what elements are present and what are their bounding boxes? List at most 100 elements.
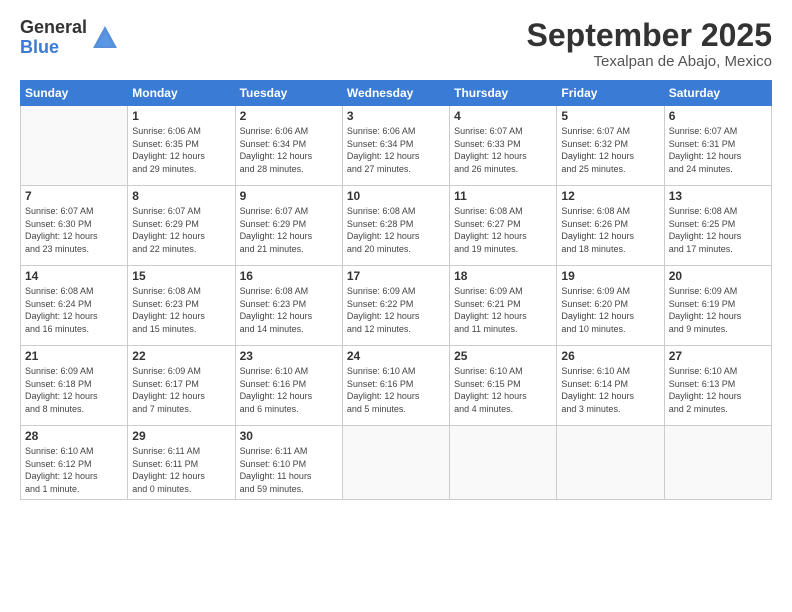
day-number: 3 [347, 109, 445, 123]
day-info: Sunrise: 6:11 AM Sunset: 6:10 PM Dayligh… [240, 445, 338, 495]
day-info: Sunrise: 6:09 AM Sunset: 6:18 PM Dayligh… [25, 365, 123, 415]
day-number: 12 [561, 189, 659, 203]
table-row: 14Sunrise: 6:08 AM Sunset: 6:24 PM Dayli… [21, 266, 128, 346]
table-row: 5 Sunrise: 6:07 AM Sunset: 6:32 PM Daylig… [557, 106, 664, 186]
table-row: 19 Sunrise: 6:09 AM Sunset: 6:20 PM Dayli… [557, 266, 664, 346]
table-row: 29 Sunrise: 6:11 AM Sunset: 6:11 PM Dayli… [128, 426, 235, 499]
day-number: 1 [132, 109, 230, 123]
day-info: Sunrise: 6:06 AM Sunset: 6:34 PM Dayligh… [347, 125, 445, 175]
col-thursday: Thursday [450, 81, 557, 106]
day-number: 24 [347, 349, 445, 363]
day-number: 19 [561, 269, 659, 283]
table-row: 15Sunrise: 6:08 AM Sunset: 6:23 PM Dayli… [128, 266, 235, 346]
day-number: 20 [669, 269, 767, 283]
calendar-week-row: 14Sunrise: 6:08 AM Sunset: 6:24 PM Dayli… [21, 266, 772, 346]
day-info: Sunrise: 6:09 AM Sunset: 6:22 PM Dayligh… [347, 285, 445, 335]
logo-general: General [20, 18, 87, 38]
calendar-week-row: 28 Sunrise: 6:10 AM Sunset: 6:12 PM Dayli… [21, 426, 772, 499]
day-info: Sunrise: 6:09 AM Sunset: 6:20 PM Dayligh… [561, 285, 659, 335]
day-info: Sunrise: 6:10 AM Sunset: 6:15 PM Dayligh… [454, 365, 552, 415]
day-info: Sunrise: 6:08 AM Sunset: 6:27 PM Dayligh… [454, 205, 552, 255]
table-row: 3 Sunrise: 6:06 AM Sunset: 6:34 PM Daylig… [342, 106, 449, 186]
table-row: 28 Sunrise: 6:10 AM Sunset: 6:12 PM Dayli… [21, 426, 128, 499]
col-wednesday: Wednesday [342, 81, 449, 106]
table-row: 16Sunrise: 6:08 AM Sunset: 6:23 PM Dayli… [235, 266, 342, 346]
calendar: Sunday Monday Tuesday Wednesday Thursday… [20, 80, 772, 499]
day-info: Sunrise: 6:09 AM Sunset: 6:19 PM Dayligh… [669, 285, 767, 335]
day-number: 9 [240, 189, 338, 203]
table-row [342, 426, 449, 499]
col-friday: Friday [557, 81, 664, 106]
title-block: September 2025 Texalpan de Abajo, Mexico [527, 18, 772, 70]
table-row: 20 Sunrise: 6:09 AM Sunset: 6:19 PM Dayli… [664, 266, 771, 346]
day-info: Sunrise: 6:10 AM Sunset: 6:14 PM Dayligh… [561, 365, 659, 415]
table-row: 10Sunrise: 6:08 AM Sunset: 6:28 PM Dayli… [342, 186, 449, 266]
day-number: 18 [454, 269, 552, 283]
col-tuesday: Tuesday [235, 81, 342, 106]
day-info: Sunrise: 6:10 AM Sunset: 6:16 PM Dayligh… [347, 365, 445, 415]
day-number: 25 [454, 349, 552, 363]
day-number: 5 [561, 109, 659, 123]
location-title: Texalpan de Abajo, Mexico [527, 53, 772, 70]
logo-blue: Blue [20, 38, 87, 58]
day-number: 28 [25, 429, 123, 443]
day-info: Sunrise: 6:10 AM Sunset: 6:13 PM Dayligh… [669, 365, 767, 415]
day-info: Sunrise: 6:08 AM Sunset: 6:23 PM Dayligh… [132, 285, 230, 335]
day-info: Sunrise: 6:11 AM Sunset: 6:11 PM Dayligh… [132, 445, 230, 495]
col-saturday: Saturday [664, 81, 771, 106]
page: General Blue September 2025 Texalpan de … [0, 0, 792, 612]
table-row [557, 426, 664, 499]
table-row: 27 Sunrise: 6:10 AM Sunset: 6:13 PM Dayli… [664, 346, 771, 426]
day-info: Sunrise: 6:07 AM Sunset: 6:33 PM Dayligh… [454, 125, 552, 175]
col-monday: Monday [128, 81, 235, 106]
table-row: 1 Sunrise: 6:06 AM Sunset: 6:35 PM Daylig… [128, 106, 235, 186]
day-info: Sunrise: 6:07 AM Sunset: 6:32 PM Dayligh… [561, 125, 659, 175]
day-number: 21 [25, 349, 123, 363]
day-number: 23 [240, 349, 338, 363]
day-number: 27 [669, 349, 767, 363]
col-sunday: Sunday [21, 81, 128, 106]
day-info: Sunrise: 6:06 AM Sunset: 6:35 PM Dayligh… [132, 125, 230, 175]
day-info: Sunrise: 6:08 AM Sunset: 6:28 PM Dayligh… [347, 205, 445, 255]
table-row: 8 Sunrise: 6:07 AM Sunset: 6:29 PM Daylig… [128, 186, 235, 266]
calendar-week-row: 1 Sunrise: 6:06 AM Sunset: 6:35 PM Daylig… [21, 106, 772, 186]
calendar-header-row: Sunday Monday Tuesday Wednesday Thursday… [21, 81, 772, 106]
day-number: 16 [240, 269, 338, 283]
day-number: 2 [240, 109, 338, 123]
day-number: 29 [132, 429, 230, 443]
table-row [21, 106, 128, 186]
logo: General Blue [20, 18, 119, 58]
table-row: 11 Sunrise: 6:08 AM Sunset: 6:27 PM Dayli… [450, 186, 557, 266]
table-row: 7 Sunrise: 6:07 AM Sunset: 6:30 PM Daylig… [21, 186, 128, 266]
table-row: 21 Sunrise: 6:09 AM Sunset: 6:18 PM Dayli… [21, 346, 128, 426]
month-title: September 2025 [527, 18, 772, 53]
table-row: 6Sunrise: 6:07 AM Sunset: 6:31 PM Daylig… [664, 106, 771, 186]
day-info: Sunrise: 6:07 AM Sunset: 6:29 PM Dayligh… [132, 205, 230, 255]
day-number: 4 [454, 109, 552, 123]
day-info: Sunrise: 6:08 AM Sunset: 6:25 PM Dayligh… [669, 205, 767, 255]
table-row: 22 Sunrise: 6:09 AM Sunset: 6:17 PM Dayli… [128, 346, 235, 426]
table-row: 25 Sunrise: 6:10 AM Sunset: 6:15 PM Dayli… [450, 346, 557, 426]
logo-icon [91, 24, 119, 52]
day-info: Sunrise: 6:10 AM Sunset: 6:12 PM Dayligh… [25, 445, 123, 495]
table-row: 24 Sunrise: 6:10 AM Sunset: 6:16 PM Dayli… [342, 346, 449, 426]
day-info: Sunrise: 6:08 AM Sunset: 6:26 PM Dayligh… [561, 205, 659, 255]
table-row [450, 426, 557, 499]
day-info: Sunrise: 6:09 AM Sunset: 6:17 PM Dayligh… [132, 365, 230, 415]
table-row: 2Sunrise: 6:06 AM Sunset: 6:34 PM Daylig… [235, 106, 342, 186]
day-number: 22 [132, 349, 230, 363]
table-row: 4 Sunrise: 6:07 AM Sunset: 6:33 PM Daylig… [450, 106, 557, 186]
header: General Blue September 2025 Texalpan de … [20, 18, 772, 70]
day-info: Sunrise: 6:07 AM Sunset: 6:29 PM Dayligh… [240, 205, 338, 255]
table-row: 13 Sunrise: 6:08 AM Sunset: 6:25 PM Dayli… [664, 186, 771, 266]
day-number: 11 [454, 189, 552, 203]
day-number: 13 [669, 189, 767, 203]
day-number: 14 [25, 269, 123, 283]
table-row: 12 Sunrise: 6:08 AM Sunset: 6:26 PM Dayli… [557, 186, 664, 266]
day-info: Sunrise: 6:07 AM Sunset: 6:30 PM Dayligh… [25, 205, 123, 255]
table-row: 17Sunrise: 6:09 AM Sunset: 6:22 PM Dayli… [342, 266, 449, 346]
day-number: 7 [25, 189, 123, 203]
table-row: 30Sunrise: 6:11 AM Sunset: 6:10 PM Dayli… [235, 426, 342, 499]
day-number: 8 [132, 189, 230, 203]
calendar-week-row: 21 Sunrise: 6:09 AM Sunset: 6:18 PM Dayli… [21, 346, 772, 426]
